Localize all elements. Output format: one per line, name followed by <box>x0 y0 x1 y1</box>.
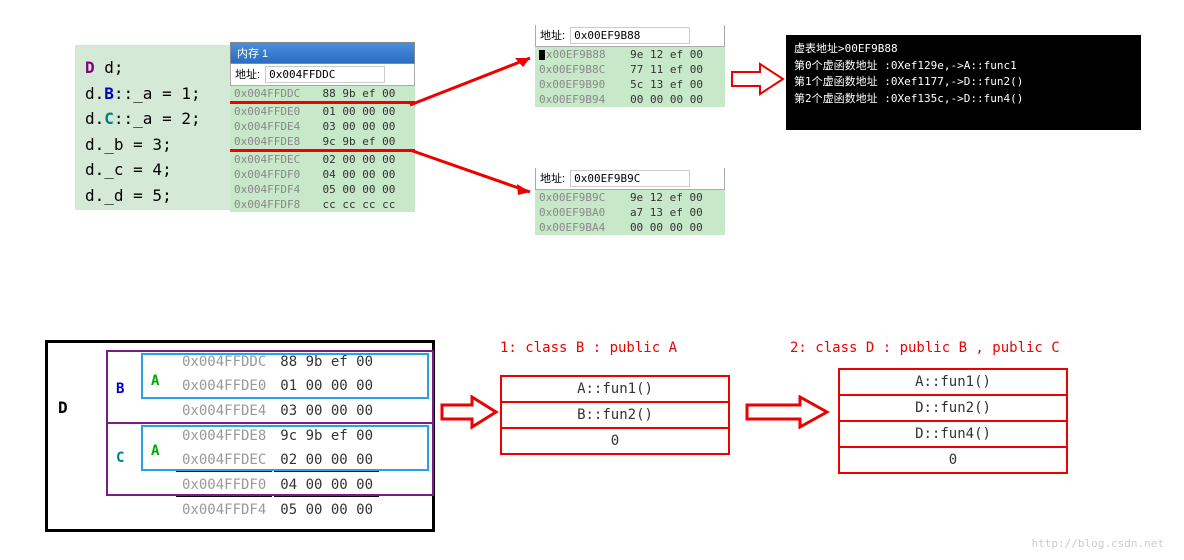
address-row: 地址: 0x00EF9B9C <box>535 168 725 190</box>
code-block: D d; d.B::_a = 1; d.C::_a = 2; d._b = 3;… <box>75 45 230 210</box>
object-layout-box: D B C A A 0x004FFDDC88 9b ef 000x004FFDE… <box>45 340 435 532</box>
memory-panel-3: 地址: 0x00EF9B9C 0x00EF9B9C9e 12 ef 000x00… <box>535 168 725 235</box>
memory-panel-1: 内存 1 地址: 0x004FFDDC 0x004FFDDC88 9b ef 0… <box>230 42 415 212</box>
console-output: 虚表地址>00EF9B88 第0个虚函数地址 :0Xef129e,->A::fu… <box>786 35 1141 130</box>
block-arrow-to-vtable2 <box>745 395 830 435</box>
vtable1: A::fun1()B::fun2()0 <box>500 375 730 455</box>
arrow-mem1-to-mem3 <box>405 140 540 200</box>
block-arrow-mem2-to-console <box>730 62 785 102</box>
class-d-label: D <box>58 398 68 417</box>
watermark: http://blog.csdn.net <box>1032 537 1164 550</box>
address-label: 地址: <box>540 173 565 185</box>
address-input[interactable]: 0x00EF9B88 <box>570 27 690 44</box>
block-arrow-to-vtable1 <box>440 395 500 435</box>
memory-panel-title: 内存 1 <box>230 42 415 64</box>
address-label: 地址: <box>540 30 565 42</box>
memory-table: 0x004FFDDC88 9b ef 000x004FFDE001 00 00 … <box>230 86 415 212</box>
address-label: 地址: <box>235 69 260 81</box>
address-row: 地址: 0x004FFDDC <box>230 64 415 86</box>
vtable1-heading: 1: class B : public A <box>500 340 677 356</box>
memory-table: x00EF9B889e 12 ef 000x00EF9B8C77 11 ef 0… <box>535 47 725 107</box>
vtable2: A::fun1()D::fun2()D::fun4()0 <box>838 368 1068 474</box>
memory-table: 0x00EF9B9C9e 12 ef 000x00EF9BA0a7 13 ef … <box>535 190 725 235</box>
class-c-region <box>106 422 434 496</box>
address-row: 地址: 0x00EF9B88 <box>535 25 725 47</box>
class-b-region <box>106 350 434 424</box>
memory-panel-2: 地址: 0x00EF9B88 x00EF9B889e 12 ef 000x00E… <box>535 25 725 107</box>
address-input[interactable]: 0x004FFDDC <box>265 66 385 83</box>
vtable2-heading: 2: class D : public B , public C <box>790 340 1060 356</box>
address-input[interactable]: 0x00EF9B9C <box>570 170 690 187</box>
arrow-mem1-to-mem2 <box>405 50 540 110</box>
